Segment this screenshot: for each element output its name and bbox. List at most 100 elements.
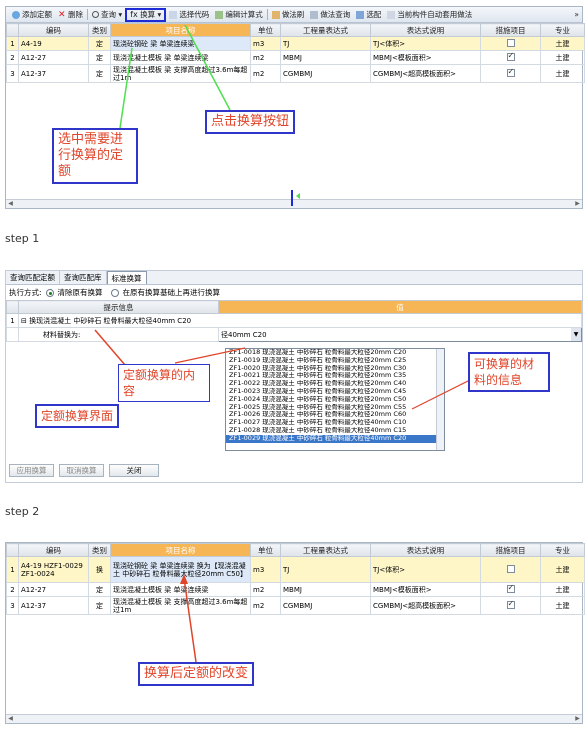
measure-checkbox[interactable]	[506, 67, 515, 77]
material-option[interactable]: ZF1-0018 现浇混凝土 中砂碎石 粒骨料最大粒径20mm C20	[226, 349, 444, 357]
expr-cell[interactable]: MBMJ	[280, 50, 371, 65]
unit-cell[interactable]: m2	[250, 596, 281, 615]
code-cell[interactable]: A12-37	[18, 64, 89, 83]
table-row[interactable]: 2 A12-27 定 现浇混凝土模板 梁 单梁连续梁 m2 MBMJ MBMJ<…	[6, 582, 585, 597]
type-cell[interactable]: 定	[88, 582, 111, 597]
pro-cell[interactable]: 土建	[540, 36, 585, 51]
code-cell[interactable]: A4-19	[18, 36, 89, 51]
type-cell[interactable]: 定	[88, 596, 111, 615]
code-cell[interactable]: A12-27	[18, 582, 89, 597]
method-brush-button[interactable]: 做法刷	[269, 8, 308, 22]
name-cell[interactable]: 现浇混凝土模板 梁 单梁连续梁	[110, 50, 251, 65]
match-button[interactable]: 选配	[353, 8, 384, 22]
pro-cell[interactable]: 土建	[540, 50, 585, 65]
conversion-item[interactable]: ⊟ 换现浇混凝土 中砂碎石 粒骨料最大粒径40mm C20	[18, 313, 582, 328]
query-button[interactable]: 查询 ▾	[89, 8, 125, 22]
horizontal-scrollbar[interactable]: ◀ ▶	[6, 199, 582, 208]
expr-cell[interactable]: TJ	[280, 36, 371, 51]
material-option[interactable]: ZF1-0023 现浇混凝土 中砂碎石 粒骨料最大粒径20mm C45	[226, 388, 444, 396]
tab-match-quota[interactable]: 查询匹配定额	[6, 271, 60, 284]
code-cell[interactable]: A12-27	[18, 50, 89, 65]
tab-standard-conversion[interactable]: 标准换算	[106, 271, 147, 284]
method-query-button[interactable]: 做法查询	[307, 8, 353, 22]
expr-cell[interactable]: TJ	[280, 556, 371, 583]
material-option[interactable]: ZF1-0020 现浇混凝土 中砂碎石 粒骨料最大粒径20mm C30	[226, 365, 444, 373]
measure-cell[interactable]	[480, 36, 541, 51]
material-option[interactable]: ZF1-0021 现浇混凝土 中砂碎石 粒骨料最大粒径20mm C35	[226, 372, 444, 380]
measure-checkbox[interactable]	[506, 564, 515, 573]
type-cell[interactable]: 定	[88, 64, 111, 83]
unit-cell[interactable]: m2	[250, 50, 281, 65]
scroll-left-icon[interactable]: ◀	[6, 200, 15, 208]
expr-cell[interactable]: CGMBMJ	[280, 64, 371, 83]
measure-checkbox[interactable]	[506, 599, 515, 609]
material-option[interactable]: ZF1-0027 现浇混凝土 中砂碎石 粒骨料最大粒径40mm C10	[226, 419, 444, 427]
horizontal-scrollbar[interactable]: ◀ ▶	[6, 714, 582, 723]
table-row[interactable]: 3 A12-37 定 现浇混凝土模板 梁 支撑高度超过3.6m每超过1m m2 …	[6, 596, 585, 615]
edit-formula-button[interactable]: 编辑计算式	[212, 8, 266, 22]
scroll-right-icon[interactable]: ▶	[573, 200, 582, 208]
material-option[interactable]: ZF1-0019 现浇混凝土 中砂碎石 粒骨料最大粒径20mm C25	[226, 357, 444, 365]
material-combo[interactable]: 径40mm C20 ▼	[218, 327, 582, 342]
table-header-row: 编码 类别 项目名称 单位 工程量表达式 表达式说明 措施项目 专业	[6, 23, 585, 37]
name-cell[interactable]: 现浇混凝土模板 梁 支撑高度超过3.6m每超过1m	[110, 64, 251, 83]
material-option[interactable]: ZF1-0024 现浇混凝土 中砂碎石 粒骨料最大粒径20mm C50	[226, 396, 444, 404]
table-row[interactable]: 1 A4-19 HZF1-0029 ZF1-0024 换 现浇砼钢砼 梁 单梁连…	[6, 556, 585, 583]
material-dropdown-list[interactable]: ZF1-0018 现浇混凝土 中砂碎石 粒骨料最大粒径20mm C20 ZF1-0…	[225, 348, 445, 451]
material-option[interactable]: ZF1-0026 现浇混凝土 中砂碎石 粒骨料最大粒径20mm C60	[226, 411, 444, 419]
auto-apply-button[interactable]: 当前构件自动套用做法	[384, 8, 475, 22]
code-cell[interactable]: A12-37	[18, 596, 89, 615]
measure-cell[interactable]	[480, 50, 541, 65]
measure-cell[interactable]	[480, 582, 541, 597]
measure-checkbox[interactable]	[506, 52, 515, 61]
pro-cell[interactable]: 土建	[540, 64, 585, 83]
table-row[interactable]: 2 A12-27 定 现浇混凝土模板 梁 单梁连续梁 m2 MBMJ MBMJ<…	[6, 50, 585, 65]
unit-cell[interactable]: m3	[250, 36, 281, 51]
mode-clear-radio[interactable]	[45, 288, 54, 297]
pro-cell[interactable]: 土建	[540, 582, 585, 597]
table-row[interactable]: 3 A12-37 定 现浇混凝土模板 梁 支撑高度超过3.6m每超过1m m2 …	[6, 64, 585, 83]
table-row[interactable]: 材料替换为: 径40mm C20 ▼	[6, 327, 582, 342]
apply-conversion-button[interactable]: 应用换算	[9, 464, 54, 477]
toolbar-more-button[interactable]: »	[571, 8, 582, 22]
measure-cell[interactable]	[480, 64, 541, 83]
code-cell[interactable]: A4-19 HZF1-0029 ZF1-0024	[18, 556, 89, 583]
measure-cell[interactable]	[480, 556, 541, 583]
cancel-conversion-button[interactable]: 取消换算	[59, 464, 104, 477]
material-option[interactable]: ZF1-0022 现浇混凝土 中砂碎石 粒骨料最大粒径20mm C40	[226, 380, 444, 388]
measure-cell[interactable]	[480, 596, 541, 615]
type-cell[interactable]: 定	[88, 36, 111, 51]
table-row[interactable]: 1 ⊟ 换现浇混凝土 中砂碎石 粒骨料最大粒径40mm C20	[6, 313, 582, 328]
type-cell[interactable]: 定	[88, 50, 111, 65]
chevron-down-icon[interactable]: ▼	[571, 328, 581, 341]
measure-checkbox[interactable]	[506, 38, 515, 47]
convert-button[interactable]: fx 换算 ▾	[125, 7, 167, 22]
scroll-right-icon[interactable]: ▶	[573, 715, 582, 723]
material-option[interactable]: ZF1-0029 现浇混凝土 中砂碎石 粒骨料最大粒径40mm C20	[226, 434, 444, 443]
name-cell[interactable]: 现浇砼钢砼 梁 单梁连续梁	[110, 36, 251, 51]
add-quota-button[interactable]: 添加定额	[9, 8, 55, 22]
type-cell[interactable]: 换	[88, 556, 111, 583]
name-cell[interactable]: 现浇混凝土模板 梁 单梁连续梁	[110, 582, 251, 597]
dropdown-scrollbar[interactable]	[436, 349, 444, 450]
unit-cell[interactable]: m2	[250, 64, 281, 83]
delete-button[interactable]: ✕ 删除	[55, 8, 86, 22]
measure-checkbox[interactable]	[506, 584, 515, 593]
mode-append-radio[interactable]	[110, 288, 119, 297]
select-code-button[interactable]: 选择代码	[166, 8, 212, 22]
tab-match-library[interactable]: 查询匹配库	[60, 271, 107, 284]
pro-cell[interactable]: 土建	[540, 596, 585, 615]
convert-content-annotation: 定额换算的内容	[118, 364, 210, 402]
expr-cell[interactable]: MBMJ	[280, 582, 371, 597]
close-button[interactable]: 关闭	[109, 464, 159, 477]
material-option[interactable]: ZF1-0025 现浇混凝土 中砂碎石 粒骨料最大粒径20mm C55	[226, 404, 444, 412]
name-cell[interactable]: 现浇混凝土模板 梁 支撑高度超过3.6m每超过1m	[110, 596, 251, 615]
pro-cell[interactable]: 土建	[540, 556, 585, 583]
name-cell[interactable]: 现浇砼钢砼 梁 单梁连续梁 换为【现浇混凝土 中砂碎石 粒骨料最大粒径20mm …	[110, 556, 251, 583]
scroll-left-icon[interactable]: ◀	[6, 715, 15, 723]
unit-cell[interactable]: m2	[250, 582, 281, 597]
expr-cell[interactable]: CGMBMJ	[280, 596, 371, 615]
unit-cell[interactable]: m3	[250, 556, 281, 583]
material-option[interactable]: ZF1-0028 现浇混凝土 中砂碎石 粒骨料最大粒径40mm C15	[226, 427, 444, 435]
table-row[interactable]: 1 A4-19 定 现浇砼钢砼 梁 单梁连续梁 m3 TJ TJ<体积> 土建	[6, 36, 585, 51]
